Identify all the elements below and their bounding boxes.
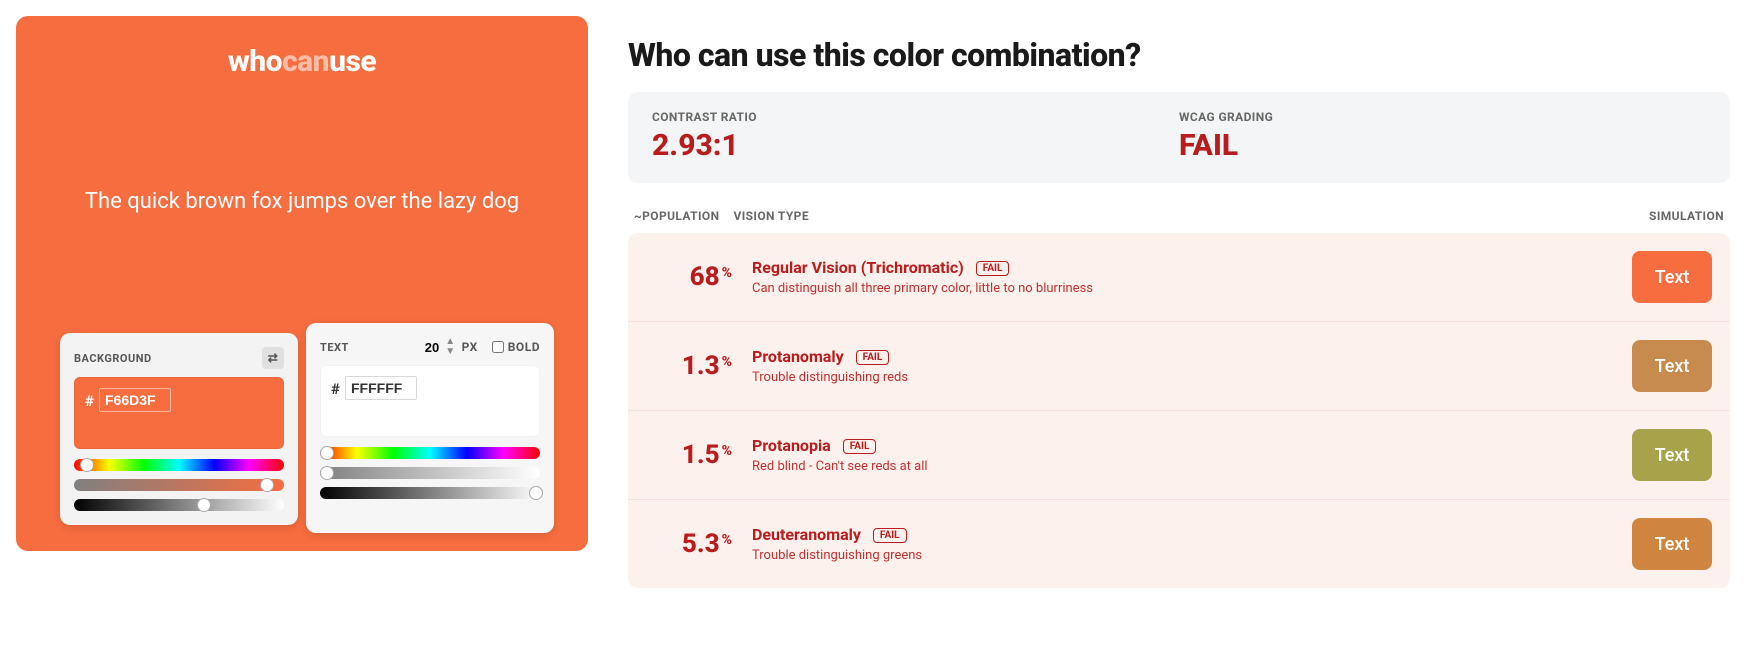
simulation-swatch: Text bbox=[1632, 340, 1712, 392]
text-hex-input[interactable] bbox=[345, 376, 417, 400]
vision-description: Red blind - Can't see reds at all bbox=[752, 459, 1632, 474]
vision-row: 68% Regular Vision (Trichromatic) FAIL C… bbox=[628, 233, 1730, 322]
bold-checkbox[interactable] bbox=[492, 341, 504, 353]
hash-symbol: # bbox=[331, 380, 340, 398]
bg-lightness-slider[interactable] bbox=[74, 499, 284, 511]
bold-text: BOLD bbox=[508, 340, 540, 354]
vision-type-cell: Protanopia FAIL Red blind - Can't see re… bbox=[730, 436, 1632, 474]
text-hue-slider[interactable] bbox=[320, 447, 540, 459]
logo-who: who bbox=[228, 44, 282, 79]
contrast-ratio-value: 2.93:1 bbox=[652, 128, 1179, 163]
logo: whocanuse bbox=[228, 44, 376, 79]
vision-description: Trouble distinguishing reds bbox=[752, 370, 1632, 385]
simulation-swatch: Text bbox=[1632, 518, 1712, 570]
preview-panel: whocanuse The quick brown fox jumps over… bbox=[16, 16, 588, 551]
status-badge: FAIL bbox=[843, 439, 877, 454]
simulation-swatch: Text bbox=[1632, 429, 1712, 481]
vision-name: Protanomaly bbox=[752, 347, 844, 366]
simulation-swatch: Text bbox=[1632, 251, 1712, 303]
population-value: 1.3% bbox=[648, 351, 730, 381]
metrics-bar: CONTRAST RATIO 2.93:1 WCAG GRADING FAIL bbox=[628, 92, 1730, 183]
text-saturation-slider[interactable] bbox=[320, 467, 540, 479]
background-swatch[interactable]: # bbox=[74, 377, 284, 449]
hash-symbol: # bbox=[85, 392, 94, 410]
swap-colors-button[interactable]: ⇄ bbox=[262, 347, 284, 369]
logo-can: can bbox=[282, 44, 329, 79]
percent-symbol: % bbox=[722, 354, 732, 370]
text-picker: TEXT ▲▼ PX BOLD # bbox=[306, 323, 554, 533]
percent-symbol: % bbox=[722, 532, 732, 548]
wcag-grade-label: WCAG GRADING bbox=[1179, 110, 1706, 124]
vision-type-cell: Regular Vision (Trichromatic) FAIL Can d… bbox=[730, 258, 1632, 296]
col-population: ~POPULATION bbox=[634, 209, 719, 223]
background-picker: BACKGROUND ⇄ # bbox=[60, 333, 298, 525]
px-label: PX bbox=[462, 340, 478, 354]
wcag-grade-metric: WCAG GRADING FAIL bbox=[1179, 110, 1706, 163]
font-controls: ▲▼ PX BOLD bbox=[407, 337, 540, 357]
background-label: BACKGROUND bbox=[74, 352, 152, 365]
results-panel: Who can use this color combination? CONT… bbox=[628, 16, 1738, 588]
font-size-stepper[interactable]: ▲▼ bbox=[445, 337, 455, 357]
col-simulation: SIMULATION bbox=[1649, 209, 1724, 223]
vision-description: Can distinguish all three primary color,… bbox=[752, 281, 1632, 296]
vision-row: 5.3% Deuteranomaly FAIL Trouble distingu… bbox=[628, 500, 1730, 588]
text-lightness-slider[interactable] bbox=[320, 487, 540, 499]
wcag-grade-value: FAIL bbox=[1179, 128, 1706, 163]
vision-description: Trouble distinguishing greens bbox=[752, 548, 1632, 563]
percent-symbol: % bbox=[722, 265, 732, 281]
bg-hue-slider[interactable] bbox=[74, 459, 284, 471]
population-value: 5.3% bbox=[648, 529, 730, 559]
bg-saturation-slider[interactable] bbox=[74, 479, 284, 491]
text-label: TEXT bbox=[320, 341, 349, 354]
background-hex-input[interactable] bbox=[99, 388, 171, 412]
bold-checkbox-label[interactable]: BOLD bbox=[492, 340, 540, 354]
contrast-ratio-label: CONTRAST RATIO bbox=[652, 110, 1179, 124]
text-swatch[interactable]: # bbox=[320, 365, 540, 437]
sample-text: The quick brown fox jumps over the lazy … bbox=[85, 189, 519, 214]
page-title: Who can use this color combination? bbox=[628, 36, 1730, 74]
vision-row: 1.3% Protanomaly FAIL Trouble distinguis… bbox=[628, 322, 1730, 411]
population-value: 1.5% bbox=[648, 440, 730, 470]
logo-use: use bbox=[329, 44, 376, 79]
font-size-input[interactable] bbox=[407, 340, 439, 355]
vision-rows: 68% Regular Vision (Trichromatic) FAIL C… bbox=[628, 233, 1730, 588]
vision-name: Protanopia bbox=[752, 436, 831, 455]
vision-type-cell: Protanomaly FAIL Trouble distinguishing … bbox=[730, 347, 1632, 385]
vision-name: Regular Vision (Trichromatic) bbox=[752, 258, 964, 277]
col-vision-type: VISION TYPE bbox=[733, 209, 809, 223]
contrast-ratio-metric: CONTRAST RATIO 2.93:1 bbox=[652, 110, 1179, 163]
vision-type-cell: Deuteranomaly FAIL Trouble distinguishin… bbox=[730, 525, 1632, 563]
vision-name: Deuteranomaly bbox=[752, 525, 861, 544]
list-header: ~POPULATION VISION TYPE SIMULATION bbox=[628, 209, 1730, 233]
percent-symbol: % bbox=[722, 443, 732, 459]
status-badge: FAIL bbox=[856, 350, 890, 365]
population-value: 68% bbox=[648, 262, 730, 292]
status-badge: FAIL bbox=[976, 261, 1010, 276]
vision-row: 1.5% Protanopia FAIL Red blind - Can't s… bbox=[628, 411, 1730, 500]
status-badge: FAIL bbox=[873, 528, 907, 543]
